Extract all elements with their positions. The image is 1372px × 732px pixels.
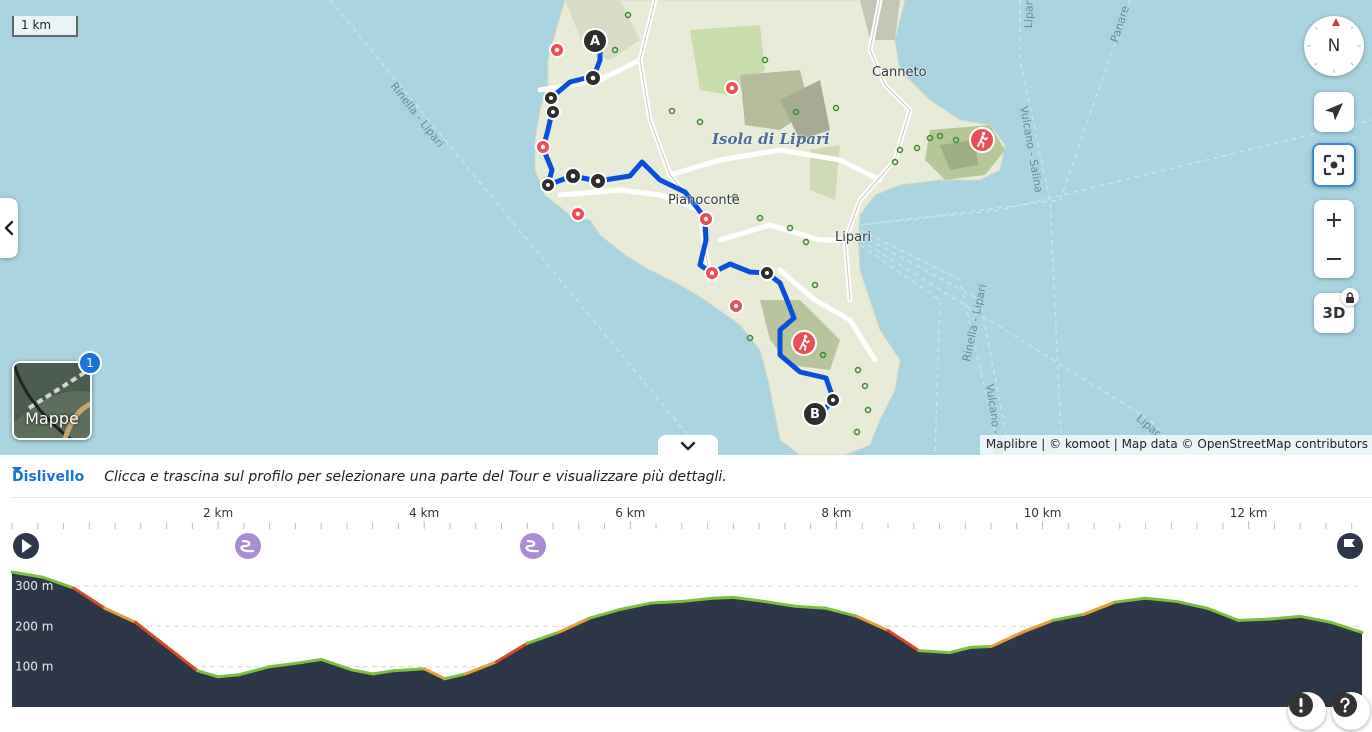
layers-thumbnail [14,363,90,438]
compass-ring-icon [1307,26,1361,73]
waypoint-start-marker[interactable]: A [582,28,608,54]
elevation-segment [793,604,828,610]
navigation-arrow-icon [1325,103,1343,121]
place-label-island: Isola di Lipari [712,130,830,148]
fit-route-button[interactable] [1312,143,1356,187]
map-view[interactable]: A B Canneto Isola di Lipari Pianoconte L… [0,0,1372,455]
hiker-icon[interactable] [790,329,818,357]
map-attribution[interactable]: Maplibre | © komoot | Map data © OpenStr… [979,435,1372,455]
elevation-segment [1236,617,1271,622]
elevation-chart[interactable]: 2 km 4 km 6 km 8 km 10 km 12 km 300 m 200 m 100 … [0,455,1372,732]
focus-icon [1323,154,1345,176]
x-tick-label: 12 km [1230,506,1268,520]
y-tick-label: 300 m [15,579,53,593]
help-button[interactable] [1332,692,1370,730]
elevation-segment [711,595,735,600]
report-issue-button[interactable] [1288,692,1326,730]
compass-button[interactable]: N [1304,16,1364,76]
place-label-canneto: Canneto [872,65,927,80]
x-tick-label: 10 km [1024,506,1062,520]
elevation-profile-panel: Dislivello Clicca e trascina sul profilo… [0,455,1372,732]
elevation-segment [917,649,952,655]
help-icon [1333,693,1357,717]
x-tick-label: 8 km [821,506,851,520]
map-canvas[interactable] [0,0,1372,455]
finish-flag-icon[interactable] [1337,533,1363,559]
elevation-area [12,572,1362,707]
toggle-profile-button[interactable] [658,435,718,455]
zoom-in-button[interactable] [1314,200,1354,239]
map-layers-button[interactable]: Mappe [12,361,92,440]
hiker-icon[interactable] [968,126,996,154]
x-tick-label: 6 km [615,506,645,520]
elevation-segment [391,667,426,673]
elevation-segment [968,645,993,649]
place-label-pianoconte: Pianoconte [668,193,740,208]
locate-me-button[interactable] [1314,92,1354,132]
collapse-sidebar-button[interactable] [0,198,18,258]
layers-count-badge: 1 [78,351,102,375]
elevation-segment [649,599,684,605]
chevron-left-icon [4,220,14,236]
zoom-out-button[interactable] [1314,239,1354,278]
y-tick-label: 100 m [15,660,53,674]
surface-waypoint-icon[interactable] [520,533,546,559]
zoom-controls [1314,200,1354,278]
x-tick-label: 4 km [409,506,439,520]
map-scale: 1 km [12,16,78,37]
ferry-route-label: Lipari [1022,0,1037,29]
start-play-icon[interactable] [13,533,39,559]
map-layers-label: Mappe [25,409,79,428]
surface-waypoint-icon[interactable] [235,533,261,559]
waypoint-end-marker[interactable]: B [802,401,828,427]
x-tick-label: 2 km [203,506,233,520]
minus-icon [1327,257,1341,260]
place-label-lipari: Lipari [835,230,872,245]
y-tick-label: 200 m [15,619,53,633]
chevron-down-icon [680,441,696,451]
elevation-segment [216,673,241,679]
lock-icon [1341,288,1359,306]
alert-icon [1289,693,1313,717]
plus-icon [1327,212,1341,227]
app-root: A B Canneto Isola di Lipari Pianoconte L… [0,0,1372,732]
